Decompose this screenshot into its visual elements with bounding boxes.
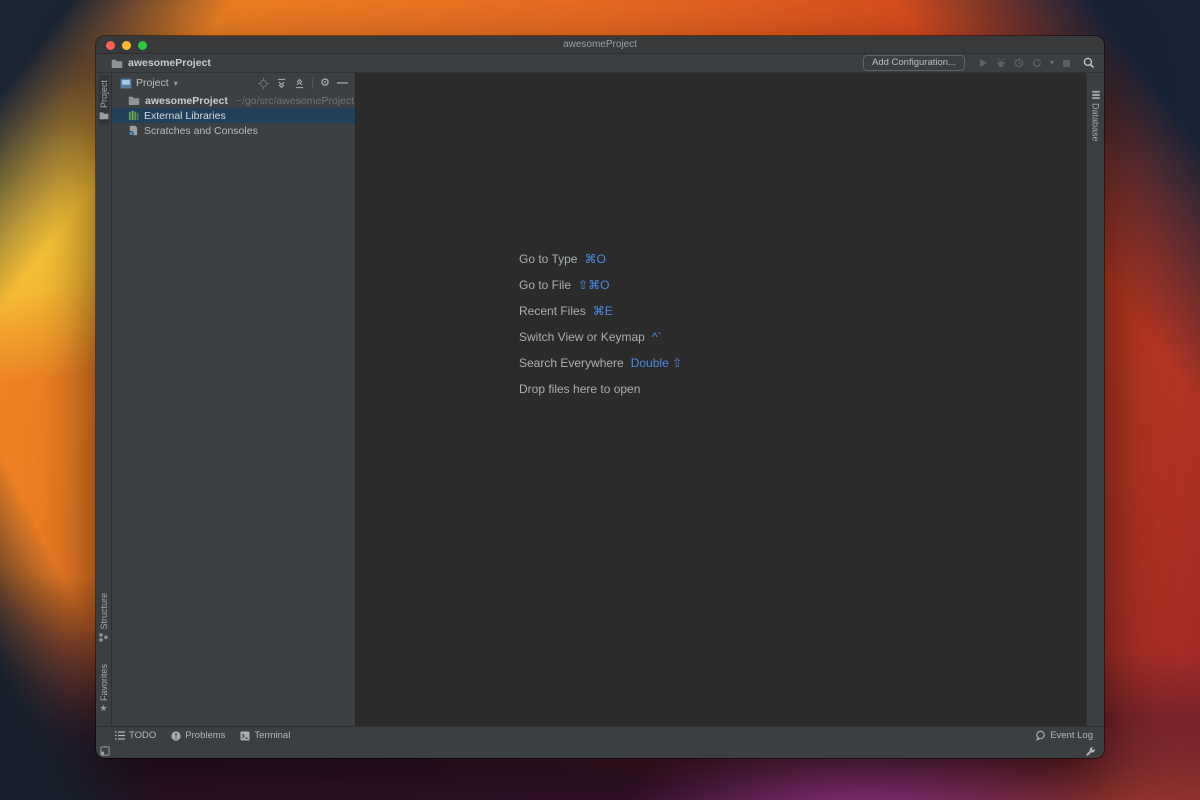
titlebar: awesomeProject xyxy=(96,36,1104,54)
shortcut-label: Go to File xyxy=(519,278,571,292)
window-title: awesomeProject xyxy=(563,39,637,50)
breadcrumb-label: awesomeProject xyxy=(128,57,211,69)
stripe-tab-project[interactable]: Project xyxy=(99,75,109,125)
empty-state-shortcuts: Go to Type ⌘O Go to File ⇧⌘O Recent File… xyxy=(519,246,682,402)
tool-window-bar: TODO Problems Terminal Event Log xyxy=(96,726,1104,744)
search-icon[interactable] xyxy=(1083,57,1095,69)
project-tree: awesomeProject ~/go/src/awesomeProject E… xyxy=(112,93,355,138)
stripe-tab-database[interactable]: Database xyxy=(1091,85,1101,147)
database-icon xyxy=(1091,90,1101,100)
shortcut-go-to-type: Go to Type ⌘O xyxy=(519,246,682,272)
project-panel: Project ▾ ⚙ — xyxy=(112,73,356,726)
close-button[interactable] xyxy=(106,41,115,50)
stop-icon[interactable] xyxy=(1062,59,1071,68)
ide-window: awesomeProject awesomeProject Add Config… xyxy=(96,36,1104,758)
add-configuration-button[interactable]: Add Configuration... xyxy=(863,55,965,71)
tree-item-name: Scratches and Consoles xyxy=(144,125,258,137)
traffic-lights xyxy=(106,41,147,50)
chevron-down-icon[interactable]: ▾ xyxy=(1050,59,1054,67)
tree-item-path: ~/go/src/awesomeProject xyxy=(236,95,354,107)
shortcut-switch-view: Switch View or Keymap ^` xyxy=(519,324,682,350)
project-view-chevron-icon[interactable]: ▾ xyxy=(174,79,178,88)
tab-problems[interactable]: Problems xyxy=(171,730,225,741)
todo-list-icon xyxy=(115,731,125,740)
tree-item-name: External Libraries xyxy=(144,110,226,122)
structure-icon xyxy=(99,633,108,642)
tab-problems-label: Problems xyxy=(185,730,225,741)
tree-item-name: awesomeProject xyxy=(145,95,228,107)
panel-header-icons: ⚙ — xyxy=(258,78,348,89)
profiler-icon[interactable] xyxy=(1014,58,1024,68)
run-icon[interactable] xyxy=(978,58,988,68)
right-tool-stripe: Database xyxy=(1086,73,1104,726)
tab-todo[interactable]: TODO xyxy=(115,730,156,741)
star-icon: ★ xyxy=(99,704,107,713)
stripe-tab-favorites[interactable]: Favorites ★ xyxy=(99,659,109,718)
stripe-database-label: Database xyxy=(1091,103,1101,142)
event-log-label: Event Log xyxy=(1050,730,1093,741)
tree-row-external-libraries[interactable]: External Libraries xyxy=(112,108,355,123)
wrench-icon[interactable] xyxy=(1085,746,1096,757)
shortcut-recent-files: Recent Files ⌘E xyxy=(519,298,682,324)
status-strip xyxy=(96,744,1104,758)
restart-icon[interactable] xyxy=(1032,58,1042,68)
tab-terminal-label: Terminal xyxy=(254,730,290,741)
debug-icon[interactable] xyxy=(996,58,1006,68)
zoom-button[interactable] xyxy=(138,41,147,50)
collapse-all-icon[interactable] xyxy=(294,78,305,89)
left-stripe-bottom: Structure Favorites ★ xyxy=(99,588,109,718)
library-icon xyxy=(128,110,139,121)
tree-row-scratches[interactable]: Scratches and Consoles xyxy=(112,123,355,138)
shortcut-label: Search Everywhere xyxy=(519,356,624,370)
shortcut-label: Switch View or Keymap xyxy=(519,330,645,344)
stripe-structure-label: Structure xyxy=(99,593,109,630)
shortcut-label: Go to Type xyxy=(519,252,577,266)
main-area: Project Structure Favorites ★ xyxy=(96,73,1104,726)
stripe-favorites-label: Favorites xyxy=(99,664,109,701)
project-panel-header: Project ▾ ⚙ — xyxy=(112,73,355,93)
problems-icon xyxy=(171,731,181,741)
project-toolwindow-icon xyxy=(120,78,132,89)
tab-terminal[interactable]: Terminal xyxy=(240,730,290,741)
shortcut-keys: ^` xyxy=(652,330,662,344)
tab-todo-label: TODO xyxy=(129,730,156,741)
drop-files-hint: Drop files here to open xyxy=(519,376,682,402)
stripe-project-label: Project xyxy=(99,80,109,108)
editor-area: Go to Type ⌘O Go to File ⇧⌘O Recent File… xyxy=(356,73,1086,726)
tool-window-switcher-icon[interactable] xyxy=(100,746,110,756)
shortcut-search-everywhere: Search Everywhere Double ⇧ xyxy=(519,350,682,376)
scratches-icon xyxy=(128,125,139,136)
folder-icon xyxy=(128,95,140,106)
left-tool-stripe: Project Structure Favorites ★ xyxy=(96,73,112,726)
event-log-button[interactable]: Event Log xyxy=(1035,730,1093,741)
folder-icon xyxy=(111,58,123,69)
shortcut-label: Drop files here to open xyxy=(519,382,640,396)
shortcut-keys: Double ⇧ xyxy=(631,356,682,370)
expand-all-icon[interactable] xyxy=(276,78,287,89)
locate-icon[interactable] xyxy=(258,78,269,89)
run-controls: ▾ xyxy=(978,58,1071,68)
shortcut-go-to-file: Go to File ⇧⌘O xyxy=(519,272,682,298)
shortcut-keys: ⌘E xyxy=(593,304,613,318)
hide-icon[interactable]: — xyxy=(337,78,348,89)
breadcrumb[interactable]: awesomeProject xyxy=(111,57,211,69)
header-separator xyxy=(312,78,313,89)
project-panel-title[interactable]: Project xyxy=(136,77,169,89)
stripe-tab-structure[interactable]: Structure xyxy=(99,588,109,647)
project-folder-icon xyxy=(99,111,109,120)
gear-icon[interactable]: ⚙ xyxy=(320,78,330,89)
terminal-icon xyxy=(240,731,250,741)
minimize-button[interactable] xyxy=(122,41,131,50)
main-toolbar: awesomeProject Add Configuration... ▾ xyxy=(96,54,1104,73)
shortcut-keys: ⌘O xyxy=(584,252,605,266)
tree-row-project-root[interactable]: awesomeProject ~/go/src/awesomeProject xyxy=(112,93,355,108)
shortcut-label: Recent Files xyxy=(519,304,586,318)
shortcut-keys: ⇧⌘O xyxy=(578,278,609,292)
event-log-balloon-icon xyxy=(1035,730,1046,741)
